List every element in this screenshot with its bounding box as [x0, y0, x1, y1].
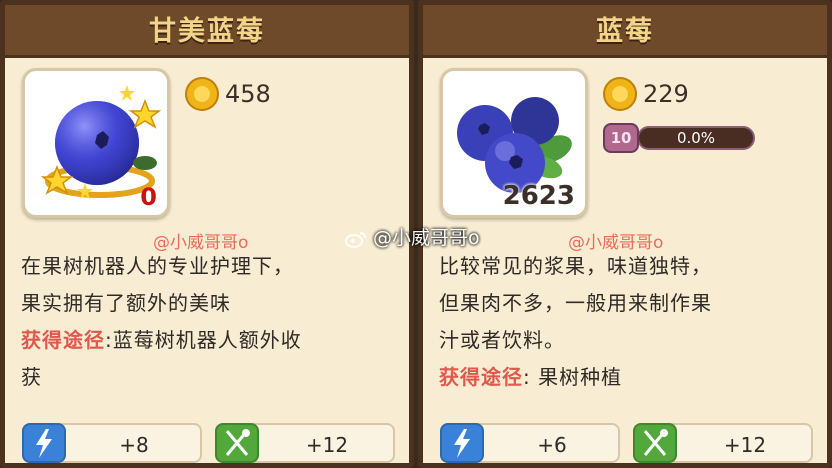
- item-card-blueberry: 蓝莓 2623 229 0.0% 10 @小威哥哥o 比较常见的浆果，味道独特，…: [418, 0, 832, 468]
- source-line: 获得途径:蓝莓树机器人额外收: [21, 322, 395, 359]
- food-stat: +12: [215, 423, 395, 463]
- level-row: 0.0% 10: [603, 123, 755, 153]
- coin-icon: [185, 77, 219, 111]
- level-badge: 10: [603, 123, 639, 153]
- item-price: 229: [643, 80, 689, 108]
- source-label: 获得途径: [439, 365, 523, 389]
- title-bar: 蓝莓: [423, 5, 827, 58]
- description-line: 果实拥有了额外的美味: [21, 291, 231, 315]
- coin-icon: [603, 77, 637, 111]
- energy-value: +6: [537, 433, 567, 457]
- lightning-icon: [22, 423, 66, 463]
- lightning-icon: [440, 423, 484, 463]
- fork-spoon-icon: [215, 423, 259, 463]
- item-description: 比较常见的浆果，味道独特， 但果肉不多，一般用来制作果 汁或者饮料。 获得途径:…: [439, 248, 813, 396]
- description-line: 汁或者饮料。: [439, 328, 565, 352]
- item-description: 在果树机器人的专业护理下， 果实拥有了额外的美味 获得途径:蓝莓树机器人额外收 …: [21, 248, 395, 396]
- source-value: :蓝莓树机器人额外收: [105, 328, 302, 352]
- fork-spoon-icon: [633, 423, 677, 463]
- level-progress-text: 0.0%: [676, 129, 716, 147]
- item-icon-frame[interactable]: 2623: [440, 68, 588, 218]
- food-stat: +12: [633, 423, 813, 463]
- food-value: +12: [723, 433, 767, 457]
- item-title: 蓝莓: [596, 16, 654, 47]
- description-line: 比较常见的浆果，味道独特，: [439, 254, 712, 278]
- energy-value: +8: [119, 433, 149, 457]
- item-quantity: 2623: [502, 181, 575, 211]
- description-line: 但果肉不多，一般用来制作果: [439, 291, 712, 315]
- source-value: : 果树种植: [523, 365, 623, 389]
- weibo-handle: @小威哥哥o: [373, 227, 480, 249]
- item-price: 458: [225, 80, 271, 108]
- price-row: 458: [185, 77, 271, 111]
- weibo-logo-icon: [345, 231, 366, 248]
- title-bar: 甘美蓝莓: [5, 5, 409, 58]
- source-line: 获: [21, 365, 42, 389]
- energy-stat: +6: [440, 423, 620, 463]
- energy-stat: +8: [22, 423, 202, 463]
- food-value: +12: [305, 433, 349, 457]
- level-progress-bar: 0.0%: [637, 126, 755, 150]
- price-row: 229: [603, 77, 689, 111]
- item-quantity: 0: [140, 183, 157, 211]
- item-icon-frame[interactable]: 0: [22, 68, 170, 218]
- description-line: 在果树机器人的专业护理下，: [21, 254, 294, 278]
- weibo-watermark: @小威哥哥o: [345, 223, 480, 250]
- source-line: 获得途径: 果树种植: [439, 359, 813, 396]
- item-title: 甘美蓝莓: [149, 16, 265, 47]
- source-label: 获得途径: [21, 328, 105, 352]
